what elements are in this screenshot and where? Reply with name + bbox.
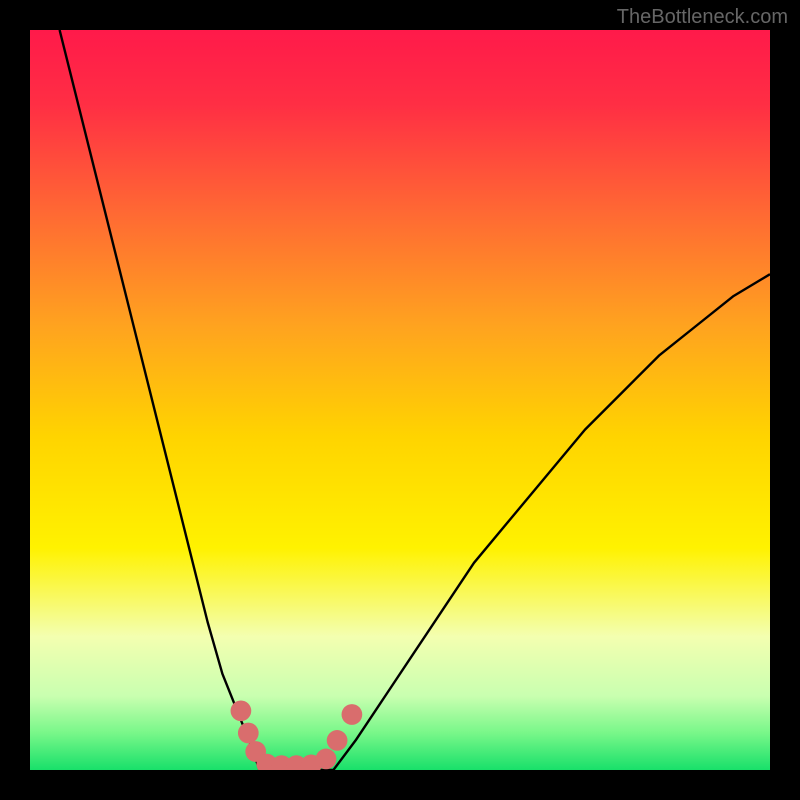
valley-marker [231, 700, 252, 721]
outer-frame: TheBottleneck.com [0, 0, 800, 800]
plot-area [30, 30, 770, 770]
valley-marker [316, 749, 337, 770]
gradient-background [30, 30, 770, 770]
valley-marker [238, 723, 259, 744]
watermark-text: TheBottleneck.com [617, 6, 788, 29]
valley-marker [327, 730, 348, 751]
valley-marker [342, 704, 363, 725]
chart-svg [30, 30, 770, 770]
